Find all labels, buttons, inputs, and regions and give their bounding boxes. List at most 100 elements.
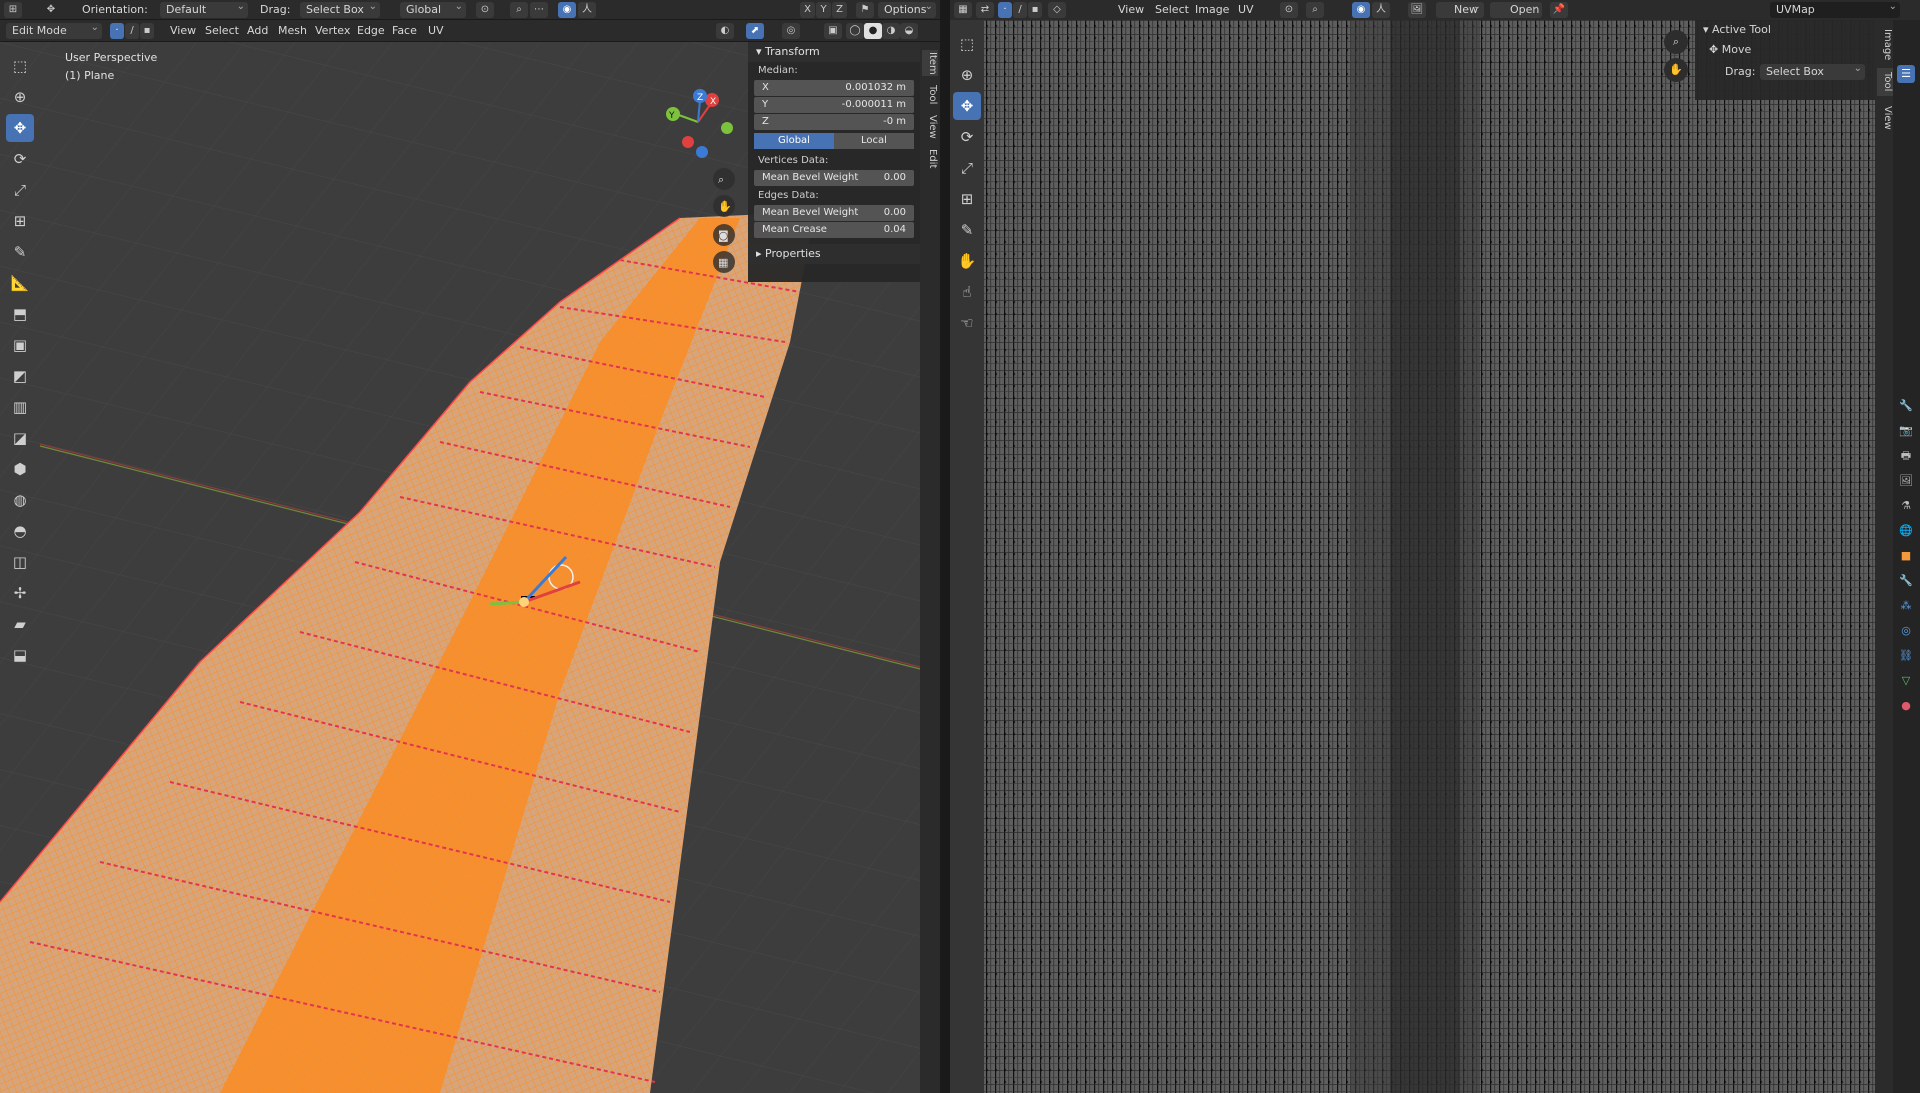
annotate-tool-icon[interactable]: ✎: [6, 238, 34, 266]
spin-tool-icon[interactable]: ◍: [6, 486, 34, 514]
menu-edge[interactable]: Edge: [357, 23, 385, 39]
tab-tool[interactable]: Tool: [922, 82, 938, 108]
uv-menu-select[interactable]: Select: [1155, 2, 1189, 18]
menu-uv[interactable]: UV: [428, 23, 444, 39]
face-select-icon[interactable]: ▪: [140, 23, 154, 39]
snap-icon[interactable]: ⌕: [510, 2, 528, 18]
local-toggle-button[interactable]: Local: [834, 133, 914, 149]
gizmo-toggle-icon[interactable]: ⬈: [746, 23, 764, 39]
properties-menu-icon[interactable]: ☰: [1897, 65, 1915, 83]
uv-pinch-icon[interactable]: ☜: [953, 309, 981, 337]
menu-mesh[interactable]: Mesh: [278, 23, 307, 39]
material-shading-icon[interactable]: ◑: [882, 23, 900, 39]
inset-tool-icon[interactable]: ▣: [6, 331, 34, 359]
bevel-tool-icon[interactable]: ◩: [6, 362, 34, 390]
uv-pivot-icon[interactable]: ⊙: [1280, 2, 1298, 18]
knife-tool-icon[interactable]: ◪: [6, 424, 34, 452]
edge-slide-tool-icon[interactable]: ◫: [6, 548, 34, 576]
vertex-select-icon[interactable]: ·: [110, 23, 124, 39]
modifier-properties-icon[interactable]: 🔧: [1897, 572, 1915, 590]
snap-target-icon[interactable]: ⋯: [530, 2, 548, 18]
new-image-button[interactable]: New: [1436, 0, 1484, 18]
uv-move-tool-button[interactable]: ✥: [953, 92, 981, 120]
uv-face-select-icon[interactable]: ▪: [1028, 2, 1042, 18]
xray-icon[interactable]: ▣: [824, 23, 842, 39]
rotate-tool-icon[interactable]: ⟳: [6, 145, 34, 173]
median-z-field[interactable]: Z -0 m: [754, 114, 914, 130]
uv-edge-select-icon[interactable]: /: [1013, 2, 1027, 18]
uv-select-icon[interactable]: ⬚: [953, 30, 981, 58]
uv-annotate-icon[interactable]: ✎: [953, 216, 981, 244]
active-tool-drag-dropdown[interactable]: Select Box: [1760, 61, 1865, 80]
measure-tool-icon[interactable]: 📐: [6, 269, 34, 297]
tool-properties-icon[interactable]: 🔧: [1897, 397, 1915, 415]
scene-properties-icon[interactable]: ⚗: [1897, 497, 1915, 515]
tab-edit[interactable]: Edit: [922, 146, 938, 172]
uv-menu-view[interactable]: View: [1118, 2, 1144, 18]
axis-x-button[interactable]: X: [800, 2, 815, 18]
rendered-shading-icon[interactable]: ◒: [900, 23, 918, 39]
uv-falloff-icon[interactable]: 人: [1372, 2, 1390, 18]
proportional-edit-icon[interactable]: ◉: [558, 2, 576, 18]
mode-dropdown[interactable]: Edit Mode: [6, 20, 102, 39]
physics-icon[interactable]: ◎: [1897, 622, 1915, 640]
uv-menu-image[interactable]: Image: [1195, 2, 1229, 18]
uv-cursor-icon[interactable]: ⊕: [953, 61, 981, 89]
axis-y-button[interactable]: Y: [816, 2, 831, 18]
poly-build-tool-icon[interactable]: ⬢: [6, 455, 34, 483]
orientation-dropdown[interactable]: Default: [160, 0, 248, 18]
output-properties-icon[interactable]: 🖶: [1897, 447, 1915, 465]
median-x-field[interactable]: X 0.001032 m: [754, 80, 914, 96]
falloff-icon[interactable]: 人: [578, 2, 596, 18]
uv-menu-uv[interactable]: UV: [1238, 2, 1254, 18]
active-tool-header[interactable]: ▾ Active Tool: [1695, 20, 1880, 40]
constraints-icon[interactable]: ⛓: [1897, 647, 1915, 665]
uv-scale-icon[interactable]: ⤢: [953, 154, 981, 182]
uv-rotate-icon[interactable]: ⟳: [953, 123, 981, 151]
uv-proportional-icon[interactable]: ◉: [1352, 2, 1370, 18]
uv-canvas[interactable]: [950, 20, 1880, 1093]
shear-tool-icon[interactable]: ▰: [6, 610, 34, 638]
tab-uv-view[interactable]: View: [1877, 104, 1893, 132]
transform-panel-header[interactable]: ▾ Transform: [748, 42, 920, 62]
uvmap-selector[interactable]: UVMap: [1770, 0, 1900, 18]
global-toggle-button[interactable]: Global: [754, 133, 834, 149]
menu-add[interactable]: Add: [247, 23, 268, 39]
options-dropdown[interactable]: Options: [878, 0, 936, 18]
transform-space-dropdown[interactable]: Global: [400, 0, 466, 18]
uv-zoom-icon[interactable]: ⌕: [1664, 30, 1688, 54]
uv-grab-icon[interactable]: ✋: [953, 247, 981, 275]
visibility-icon[interactable]: ◐: [716, 23, 734, 39]
world-properties-icon[interactable]: 🌐: [1897, 522, 1915, 540]
median-y-field[interactable]: Y -0.000011 m: [754, 97, 914, 113]
pivot-icon[interactable]: ⊙: [476, 2, 494, 18]
uv-editor-type-icon[interactable]: ▦: [954, 2, 972, 18]
solid-shading-icon[interactable]: ●: [864, 23, 882, 39]
tab-uv-tool[interactable]: Tool: [1877, 68, 1893, 96]
uv-pan-icon[interactable]: ✋: [1664, 58, 1688, 82]
menu-vertex[interactable]: Vertex: [315, 23, 350, 39]
object-properties-icon[interactable]: ■: [1897, 547, 1915, 565]
tab-image[interactable]: Image: [1877, 28, 1893, 62]
loop-cut-tool-icon[interactable]: ▥: [6, 393, 34, 421]
render-properties-icon[interactable]: 📷: [1897, 422, 1915, 440]
uv-sync-icon[interactable]: ⇄: [976, 2, 994, 18]
open-image-button[interactable]: Open: [1490, 0, 1542, 18]
menu-select[interactable]: Select: [205, 23, 239, 39]
shrink-fatten-tool-icon[interactable]: ✢: [6, 579, 34, 607]
rip-region-tool-icon[interactable]: ⬓: [6, 641, 34, 669]
uv-snap-icon[interactable]: ⌕: [1306, 2, 1324, 18]
view-layer-icon[interactable]: 🖼: [1897, 472, 1915, 490]
image-browse-icon[interactable]: 🖼: [1408, 2, 1426, 18]
edge-bevel-weight-field[interactable]: Mean Bevel Weight 0.00: [754, 205, 914, 221]
wireframe-shading-icon[interactable]: ◯: [846, 23, 864, 39]
uv-island-select-icon[interactable]: ◇: [1048, 2, 1066, 18]
tab-view[interactable]: View: [922, 114, 938, 140]
select-box-icon[interactable]: ⬚: [6, 52, 34, 80]
drag-dropdown[interactable]: Select Box: [300, 0, 380, 18]
edge-crease-field[interactable]: Mean Crease 0.04: [754, 222, 914, 238]
tab-item[interactable]: Item: [922, 50, 938, 76]
particles-icon[interactable]: ⁂: [1897, 597, 1915, 615]
uv-transform-icon[interactable]: ⊞: [953, 185, 981, 213]
menu-face[interactable]: Face: [392, 23, 417, 39]
